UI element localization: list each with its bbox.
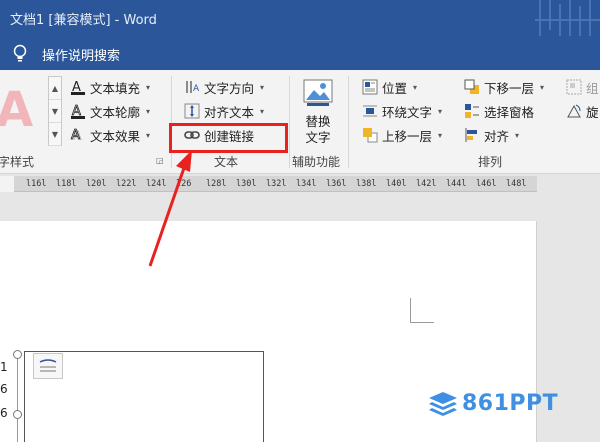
ruler-tick-label: l44l [446,179,467,189]
bring-forward-button[interactable]: 上移一层 ▾ [362,124,442,146]
accessibility-group-label: 辅助功能 [292,155,341,169]
group-button[interactable]: 组 [566,76,599,98]
text-group-label: 文本 [214,155,239,169]
ruler-tick-label: l32l [266,179,287,189]
alt-text-icon [303,79,333,106]
title-bar: 文档1 [兼容模式] - Word [0,0,600,50]
chevron-down-icon: ▾ [260,106,265,116]
group-divider [289,76,290,168]
ruler-tick-label: l20l [86,179,107,189]
align-text-button[interactable]: 对齐文本 ▾ [184,100,264,122]
chevron-down-icon: ▾ [413,82,418,92]
highlight-box [169,123,288,153]
chevron-down-icon[interactable]: ▼ [49,100,61,123]
text-effects-icon: AA [70,127,86,143]
chevron-down-icon: ▾ [438,106,443,116]
group-icon [566,79,582,95]
ruler-tick-label: l18l [56,179,77,189]
lightbulb-icon [13,44,27,62]
tell-me-bar[interactable]: 操作说明搜索 [0,36,600,70]
chevron-down-icon: ▾ [146,130,151,140]
text-direction-icon: A [184,79,200,95]
position-icon [362,79,378,95]
dialog-launcher-icon[interactable]: ◲ [156,156,166,166]
arrange-group-label: 排列 [478,155,503,169]
window-title: 文档1 [兼容模式] - Word [10,13,157,28]
text-direction-button[interactable]: A 文字方向 ▾ [184,76,264,98]
ruler-tick-label: l46l [476,179,497,189]
ruler-tick-label: l30l [236,179,257,189]
text-fill-button[interactable]: A 文本填充 ▾ [70,76,150,98]
text-effects-button[interactable]: AA 文本效果 ▾ [70,124,150,146]
chevron-down-icon: ▾ [438,130,443,140]
watermark-logo: 861PPT [428,390,558,416]
ribbon: A ▲ ▼ ▼ A 文本填充 ▾ A 文本轮廓 ▾ AA 文本效果 ▾ 字样式 … [0,70,600,174]
ruler-tick-label: l28l [206,179,227,189]
ruler-tick-label: l34l [296,179,317,189]
text-outline-icon: A [70,103,86,119]
chevron-down-icon: ▾ [260,82,265,92]
send-backward-icon [464,79,480,95]
margin-corner-mark [410,322,434,323]
align-icon [464,127,480,143]
selection-border [17,356,18,442]
line-number: 6 [0,406,8,420]
ruler-tick-label: l40l [386,179,407,189]
tell-me-text[interactable]: 操作说明搜索 [42,45,120,64]
ruler-tick-label: l38l [356,179,377,189]
logo-layers-icon [429,392,457,416]
chevron-up-icon[interactable]: ▲ [49,77,61,100]
selection-pane-icon [464,103,480,119]
rotate-icon [566,103,582,119]
group-divider [171,76,172,168]
text-fill-icon: A [70,79,86,95]
ruler-indent-marker[interactable] [0,176,14,192]
group-divider [348,76,349,168]
alt-text-button[interactable]: 替换 文字 [297,76,339,152]
ruler-tick-label: l48l [506,179,527,189]
text-outline-button[interactable]: A 文本轮廓 ▾ [70,100,150,122]
watermark-text: 861PPT [462,390,559,416]
wordart-group-label: 字样式 [0,155,35,169]
chevron-down-icon: ▾ [146,82,151,92]
bring-forward-icon [362,127,378,143]
align-button[interactable]: 对齐 ▾ [464,124,519,146]
ruler-tick-label: l22l [116,179,137,189]
wordart-style-preview[interactable]: A [0,84,40,136]
resize-handle[interactable] [13,350,22,359]
ruler-tick-label: l26 [176,179,192,189]
position-button[interactable]: 位置 ▾ [362,76,417,98]
send-backward-button[interactable]: 下移一层 ▾ [464,76,544,98]
rotate-button[interactable]: 旋 [566,100,599,122]
wrap-text-icon [362,103,378,119]
ruler-tick-label: l16l [26,179,47,189]
align-text-icon [184,103,200,119]
gallery-more-icon[interactable]: ▼ [49,123,61,146]
wordart-gallery-scroll[interactable]: ▲ ▼ ▼ [48,76,62,146]
ruler-tick-label: l36l [326,179,347,189]
line-number: 6 [0,382,8,396]
chevron-down-icon: ▾ [146,106,151,116]
chevron-down-icon: ▾ [515,130,520,140]
ruler-tick-label: l24l [146,179,167,189]
horizontal-ruler[interactable]: l16l l18l l20l l22l l24l l26 l28l l30l l32l l34l l… [0,176,537,192]
selection-pane-button[interactable]: 选择窗格 [464,100,534,122]
line-number: 1 [0,360,8,374]
ruler-tick-label: l42l [416,179,437,189]
resize-handle[interactable] [13,410,22,419]
svg-text:A: A [193,84,200,94]
layout-options-icon[interactable] [33,353,63,379]
margin-corner-mark [410,298,411,322]
wrap-text-button[interactable]: 环绕文字 ▾ [362,100,442,122]
svg-text:A: A [71,128,80,143]
chevron-down-icon: ▾ [540,82,545,92]
